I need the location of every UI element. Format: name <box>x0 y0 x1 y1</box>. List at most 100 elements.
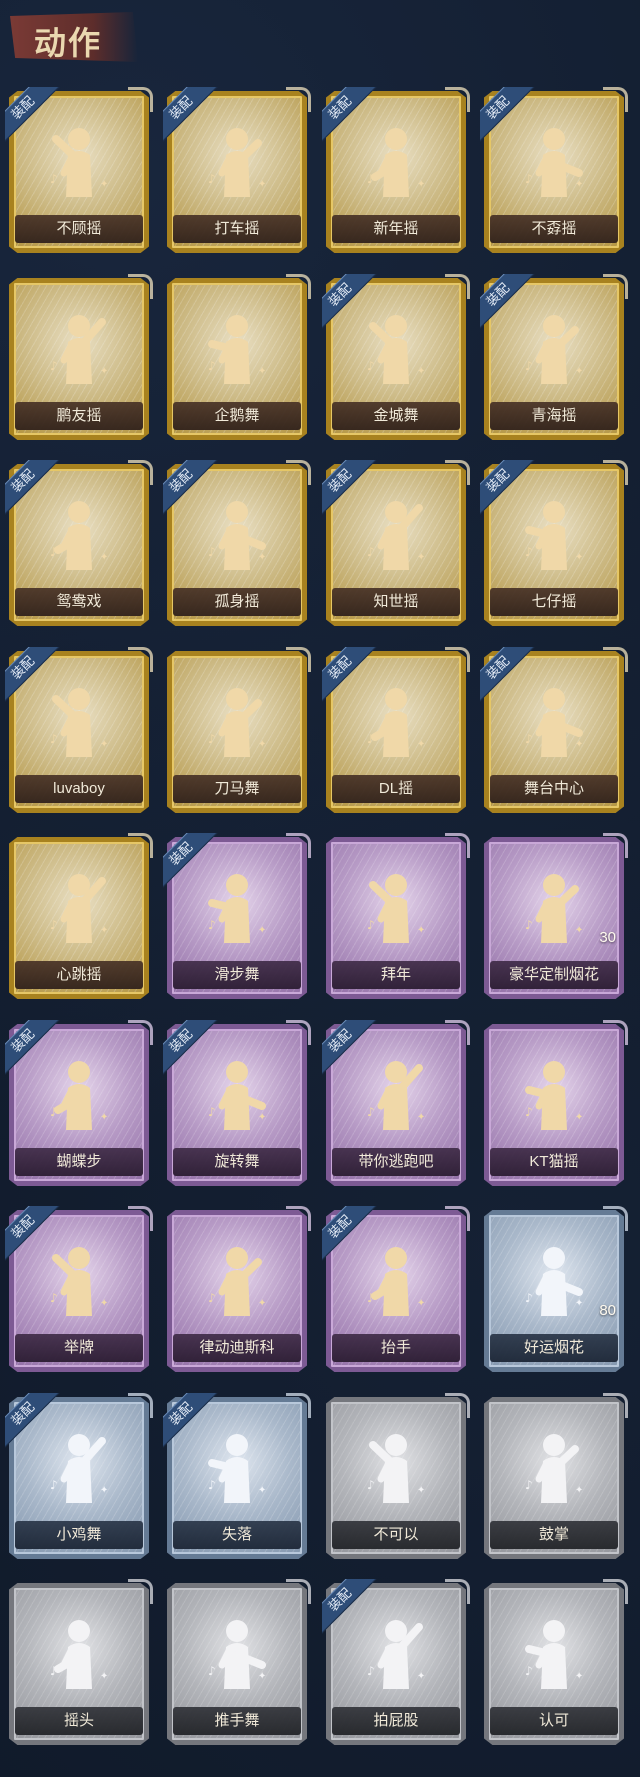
svg-text:✦: ✦ <box>100 366 108 377</box>
action-card[interactable]: ♪ ✦ 拍屁股 装配 <box>322 1579 470 1749</box>
card-corner-ornament <box>286 1393 311 1418</box>
svg-text:✦: ✦ <box>258 1671 266 1682</box>
action-label: luvaboy <box>15 775 143 803</box>
svg-text:✦: ✦ <box>417 552 425 563</box>
action-card[interactable]: ♪ ✦ 不顾摇 装配 <box>5 87 153 257</box>
action-card[interactable]: ♪ ✦ 不可以 <box>322 1393 470 1563</box>
card-corner-ornament <box>286 1020 311 1045</box>
card-corner-ornament <box>128 274 153 299</box>
svg-text:♪: ♪ <box>208 172 216 186</box>
action-card[interactable]: ♪ ✦ 滑步舞 装配 <box>163 833 311 1003</box>
action-label: 舞台中心 <box>490 775 618 803</box>
action-card[interactable]: ♪ ✦ 刀马舞 <box>163 647 311 817</box>
card-corner-ornament <box>445 87 470 112</box>
emote-figure-icon: ♪ ✦ <box>519 1423 589 1513</box>
svg-text:✦: ✦ <box>417 366 425 377</box>
action-label: 滑步舞 <box>173 961 301 989</box>
action-card[interactable]: ♪ ✦ 鹏友摇 <box>5 274 153 444</box>
svg-text:✦: ✦ <box>100 179 108 190</box>
emote-figure-icon: ♪ ✦ <box>361 1236 431 1326</box>
action-card[interactable]: ♪ ✦ 摇头 <box>5 1579 153 1749</box>
action-label: 不可以 <box>332 1521 460 1549</box>
action-card[interactable]: ♪ ✦ 不孬摇 装配 <box>480 87 628 257</box>
svg-text:✦: ✦ <box>417 179 425 190</box>
svg-text:✦: ✦ <box>100 552 108 563</box>
svg-text:✦: ✦ <box>258 1298 266 1309</box>
action-card[interactable]: ♪ ✦ 律动迪斯科 <box>163 1206 311 1376</box>
action-label: 带你逃跑吧 <box>332 1148 460 1176</box>
svg-text:✦: ✦ <box>100 925 108 936</box>
action-card[interactable]: ♪ ✦ 鸳鸯戏 装配 <box>5 460 153 630</box>
action-card[interactable]: ♪ ✦ 拜年 <box>322 833 470 1003</box>
action-label: 鸳鸯戏 <box>15 588 143 616</box>
card-corner-ornament <box>286 87 311 112</box>
action-label: 新年摇 <box>332 215 460 243</box>
emote-figure-icon: ♪ ✦ <box>44 117 114 207</box>
svg-text:✦: ✦ <box>575 366 583 377</box>
action-card[interactable]: ♪ ✦ 推手舞 <box>163 1579 311 1749</box>
svg-text:♪: ♪ <box>208 545 216 559</box>
svg-text:✦: ✦ <box>575 179 583 190</box>
action-label: 知世摇 <box>332 588 460 616</box>
svg-text:✦: ✦ <box>417 1671 425 1682</box>
svg-text:♪: ♪ <box>208 1291 216 1305</box>
card-corner-ornament <box>445 1579 470 1604</box>
action-card[interactable]: ♪ ✦ 舞台中心 装配 <box>480 647 628 817</box>
action-card[interactable]: ♪ ✦ luvaboy 装配 <box>5 647 153 817</box>
emote-figure-icon: ♪ ✦ <box>202 1609 272 1699</box>
action-card[interactable]: ♪ ✦ DL摇 装配 <box>322 647 470 817</box>
card-corner-ornament <box>445 1393 470 1418</box>
card-corner-ornament <box>603 647 628 672</box>
action-card[interactable]: ♪ ✦ 鼓掌 <box>480 1393 628 1563</box>
svg-text:♪: ♪ <box>367 359 375 373</box>
svg-text:✦: ✦ <box>258 739 266 750</box>
action-card[interactable]: ♪ ✦ 认可 <box>480 1579 628 1749</box>
svg-text:✦: ✦ <box>258 366 266 377</box>
card-corner-ornament <box>286 460 311 485</box>
action-card[interactable]: ♪ ✦ 80 好运烟花 <box>480 1206 628 1376</box>
action-card[interactable]: ♪ ✦ 心跳摇 <box>5 833 153 1003</box>
card-corner-ornament <box>286 274 311 299</box>
action-card[interactable]: ♪ ✦ 旋转舞 装配 <box>163 1020 311 1190</box>
action-card[interactable]: ♪ ✦ 企鹅舞 <box>163 274 311 444</box>
emote-figure-icon: ♪ ✦ <box>519 1050 589 1140</box>
action-card[interactable]: ♪ ✦ 七仔摇 装配 <box>480 460 628 630</box>
action-card[interactable]: ♪ ✦ 金城舞 装配 <box>322 274 470 444</box>
action-card[interactable]: ♪ ✦ 带你逃跑吧 装配 <box>322 1020 470 1190</box>
action-card[interactable]: ♪ ✦ 打车摇 装配 <box>163 87 311 257</box>
action-card[interactable]: ♪ ✦ KT猫摇 <box>480 1020 628 1190</box>
action-label: 抬手 <box>332 1334 460 1362</box>
svg-text:✦: ✦ <box>417 925 425 936</box>
card-corner-ornament <box>603 1579 628 1604</box>
action-card[interactable]: ♪ ✦ 抬手 装配 <box>322 1206 470 1376</box>
action-card[interactable]: ♪ ✦ 举牌 装配 <box>5 1206 153 1376</box>
action-card[interactable]: ♪ ✦ 青海摇 装配 <box>480 274 628 444</box>
emote-figure-icon: ♪ ✦ <box>202 490 272 580</box>
action-card[interactable]: ♪ ✦ 孤身摇 装配 <box>163 460 311 630</box>
action-label: 认可 <box>490 1707 618 1735</box>
svg-text:♪: ♪ <box>525 1105 533 1119</box>
emote-figure-icon: ♪ ✦ <box>361 1609 431 1699</box>
action-card[interactable]: ♪ ✦ 蝴蝶步 装配 <box>5 1020 153 1190</box>
svg-text:♪: ♪ <box>367 1291 375 1305</box>
action-label: 不顾摇 <box>15 215 143 243</box>
action-card[interactable]: ♪ ✦ 小鸡舞 装配 <box>5 1393 153 1563</box>
card-corner-ornament <box>445 1206 470 1231</box>
emote-figure-icon: ♪ ✦ <box>202 1423 272 1513</box>
action-card[interactable]: ♪ ✦ 知世摇 装配 <box>322 460 470 630</box>
action-card[interactable]: ♪ ✦ 30 豪华定制烟花 <box>480 833 628 1003</box>
action-card[interactable]: ♪ ✦ 新年摇 装配 <box>322 87 470 257</box>
svg-text:♪: ♪ <box>525 545 533 559</box>
action-label: 金城舞 <box>332 402 460 430</box>
action-label: 旋转舞 <box>173 1148 301 1176</box>
svg-text:♪: ♪ <box>525 918 533 932</box>
emote-figure-icon: ♪ ✦ <box>361 490 431 580</box>
emote-figure-icon: ♪ ✦ <box>44 1609 114 1699</box>
action-card[interactable]: ♪ ✦ 失落 装配 <box>163 1393 311 1563</box>
emote-figure-icon: ♪ ✦ <box>519 863 589 953</box>
card-corner-ornament <box>445 460 470 485</box>
svg-text:✦: ✦ <box>575 1112 583 1123</box>
svg-text:♪: ♪ <box>50 1478 58 1492</box>
emote-figure-icon: ♪ ✦ <box>202 1050 272 1140</box>
emote-figure-icon: ♪ ✦ <box>202 863 272 953</box>
